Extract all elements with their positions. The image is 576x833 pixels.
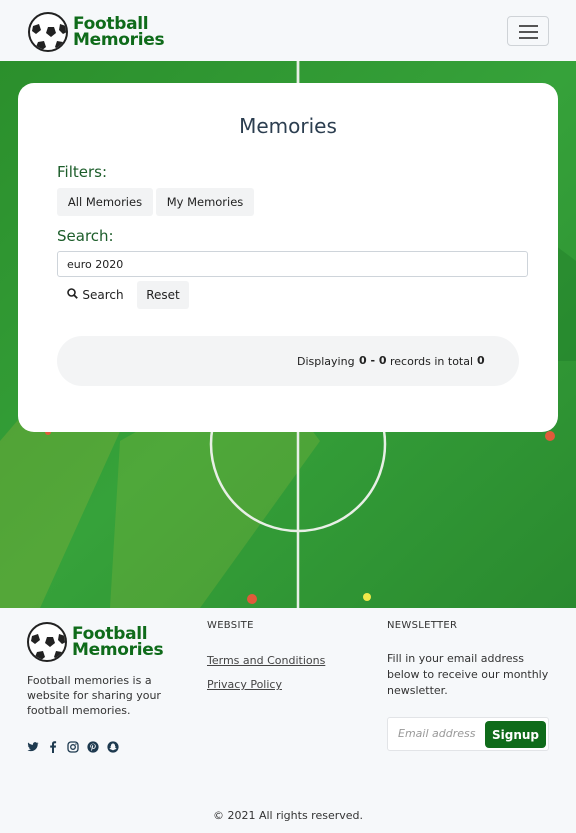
page-title: Memories	[239, 114, 337, 138]
copyright: © 2021 All rights reserved.	[212, 809, 364, 822]
football-icon	[28, 12, 68, 52]
football-icon	[27, 622, 67, 662]
facebook-icon[interactable]	[47, 741, 59, 753]
records-total: 0	[477, 354, 485, 367]
records-prefix: Displaying	[297, 355, 355, 368]
search-button[interactable]: Search	[57, 281, 134, 309]
footer-brand-logo[interactable]: Football Memories	[27, 622, 164, 662]
footer: Football Memories Football memories is a…	[0, 608, 576, 833]
records-middle: records in total	[390, 355, 474, 368]
search-button-label: Search	[82, 288, 124, 302]
menu-toggle-button[interactable]	[507, 16, 549, 46]
records-summary: Displaying 0 - 0 records in total 0	[57, 336, 519, 386]
newsletter-text: Fill in your email address below to rece…	[387, 652, 549, 697]
hamburger-icon	[519, 25, 538, 27]
reset-button[interactable]: Reset	[137, 281, 189, 309]
memories-card: Memories Filters: All Memories My Memori…	[18, 83, 558, 432]
email-input[interactable]: Email address	[398, 727, 482, 740]
terms-link[interactable]: Terms and Conditions	[207, 654, 325, 667]
snapchat-icon[interactable]	[107, 741, 119, 753]
privacy-link[interactable]: Privacy Policy	[207, 678, 282, 691]
instagram-icon[interactable]	[67, 741, 79, 753]
records-range: 0 - 0	[359, 354, 387, 367]
social-links	[27, 741, 119, 753]
footer-description: Football memories is a website for shari…	[27, 674, 161, 717]
search-label: Search:	[57, 227, 114, 245]
signup-button[interactable]: Signup	[485, 721, 546, 748]
navbar: Football Memories	[0, 0, 576, 61]
filter-all-memories-button[interactable]: All Memories	[57, 188, 153, 216]
search-input[interactable]	[57, 251, 528, 277]
filter-my-memories-button[interactable]: My Memories	[156, 188, 254, 216]
newsletter-heading: NEWSLETTER	[387, 620, 458, 631]
search-icon	[67, 288, 79, 302]
footer-brand-line2: Memories	[72, 640, 164, 660]
brand-logo[interactable]: Football Memories	[28, 12, 165, 52]
brand-line2: Memories	[73, 30, 165, 50]
newsletter-form: Email address Signup	[387, 717, 549, 751]
website-heading: WEBSITE	[207, 620, 254, 631]
filters-label: Filters:	[57, 163, 108, 181]
twitter-icon[interactable]	[27, 741, 39, 753]
pinterest-icon[interactable]	[87, 741, 99, 753]
